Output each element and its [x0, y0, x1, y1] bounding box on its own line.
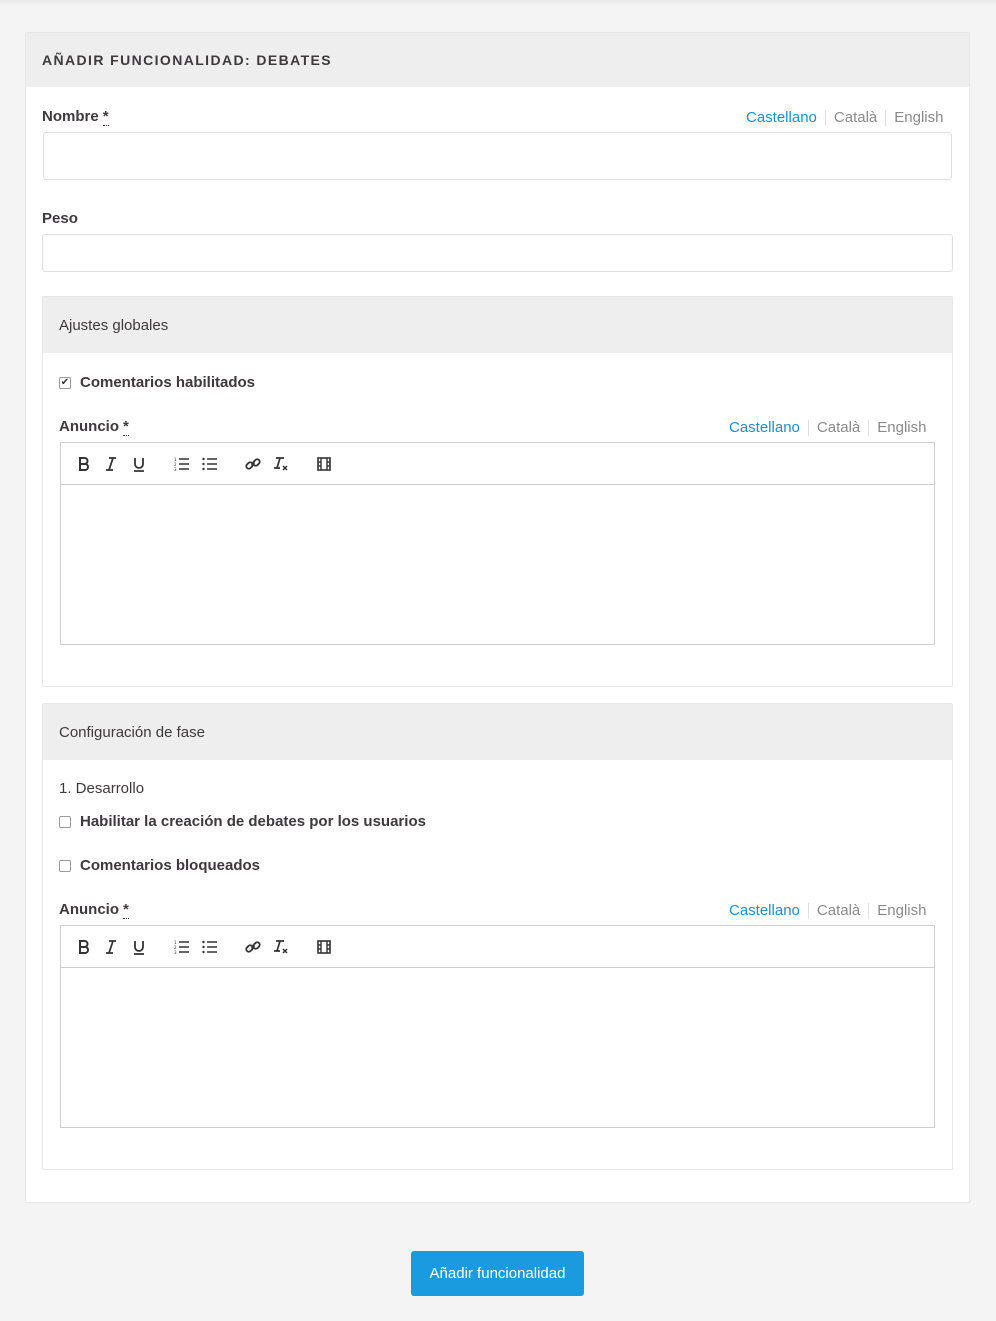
tab-english[interactable]: English: [868, 903, 934, 919]
enable-user-debates-checkbox[interactable]: [59, 815, 71, 828]
comments-enabled-row[interactable]: ✔ Comentarios habilitados: [59, 374, 255, 391]
underline-icon[interactable]: [130, 938, 148, 956]
announcement-label-text: Anuncio: [59, 418, 119, 435]
phase-settings-title: Configuración de fase: [59, 723, 205, 741]
ordered-list-icon[interactable]: 123: [173, 455, 191, 473]
italic-icon[interactable]: [102, 938, 120, 956]
tab-catala[interactable]: Català: [807, 903, 868, 919]
video-icon[interactable]: [315, 938, 333, 956]
tab-castellano[interactable]: Castellano: [729, 903, 808, 919]
required-mark: *: [123, 418, 129, 436]
tab-catala[interactable]: Català: [824, 110, 885, 126]
global-settings-title: Ajustes globales: [59, 316, 169, 334]
ordered-list-icon[interactable]: 123: [173, 938, 191, 956]
clear-format-icon[interactable]: [272, 455, 290, 473]
required-mark: *: [102, 108, 109, 126]
editor-content-area[interactable]: [61, 968, 934, 1128]
page-title: AÑADIR FUNCIONALIDAD: DEBATES: [42, 52, 332, 68]
peso-label: Peso: [42, 210, 78, 227]
phase-announcement-label: Anuncio *: [59, 901, 129, 919]
video-icon[interactable]: [315, 455, 333, 473]
top-shadow: [0, 0, 996, 6]
bold-icon[interactable]: [75, 455, 93, 473]
tab-castellano[interactable]: Castellano: [746, 110, 825, 126]
comments-enabled-label: Comentarios habilitados: [80, 374, 256, 391]
peso-label-text: Peso: [42, 210, 78, 227]
enable-user-debates-row[interactable]: Habilitar la creación de debates por los…: [59, 813, 426, 830]
announcement-editor: 123: [60, 442, 935, 645]
bold-icon[interactable]: [75, 938, 93, 956]
bullet-list-icon[interactable]: [201, 455, 219, 473]
comments-blocked-label: Comentarios bloqueados: [80, 857, 261, 874]
comments-blocked-checkbox[interactable]: [59, 859, 71, 872]
phase-settings-header: Configuración de fase: [43, 704, 952, 760]
bullet-list-icon[interactable]: [201, 938, 219, 956]
svg-text:3: 3: [174, 950, 177, 954]
tab-english[interactable]: English: [868, 420, 934, 436]
editor-toolbar: 123: [61, 443, 934, 485]
clear-format-icon[interactable]: [272, 938, 290, 956]
card-header: AÑADIR FUNCIONALIDAD: DEBATES: [26, 33, 969, 87]
comments-enabled-checkbox[interactable]: ✔: [59, 376, 71, 389]
global-settings-header: Ajustes globales: [43, 297, 952, 353]
tab-castellano[interactable]: Castellano: [729, 420, 808, 436]
nombre-language-tabs: Castellano Català English: [746, 110, 951, 126]
required-mark: *: [123, 901, 129, 919]
peso-input[interactable]: [42, 234, 953, 272]
enable-user-debates-label: Habilitar la creación de debates por los…: [80, 813, 426, 830]
nombre-label: Nombre *: [42, 108, 109, 126]
italic-icon[interactable]: [102, 455, 120, 473]
tab-catala[interactable]: Català: [807, 420, 868, 436]
announcement-label: Anuncio *: [59, 418, 129, 436]
tab-english[interactable]: English: [885, 110, 951, 126]
add-feature-button[interactable]: Añadir funcionalidad: [411, 1251, 584, 1296]
phase-announcement-label-text: Anuncio: [59, 901, 119, 918]
nombre-input[interactable]: [43, 132, 952, 180]
link-icon[interactable]: [244, 938, 262, 956]
link-icon[interactable]: [244, 455, 262, 473]
editor-content-area[interactable]: [61, 485, 934, 645]
nombre-label-text: Nombre: [42, 108, 99, 125]
underline-icon[interactable]: [130, 455, 148, 473]
announcement-language-tabs: Castellano Català English: [729, 420, 934, 436]
editor-toolbar: 123: [61, 926, 934, 968]
svg-text:3: 3: [174, 467, 177, 471]
comments-blocked-row[interactable]: Comentarios bloqueados: [59, 857, 260, 874]
phase-announcement-language-tabs: Castellano Català English: [729, 903, 934, 919]
phase-announcement-editor: 123: [60, 925, 935, 1128]
phase-name: 1. Desarrollo: [59, 780, 145, 797]
